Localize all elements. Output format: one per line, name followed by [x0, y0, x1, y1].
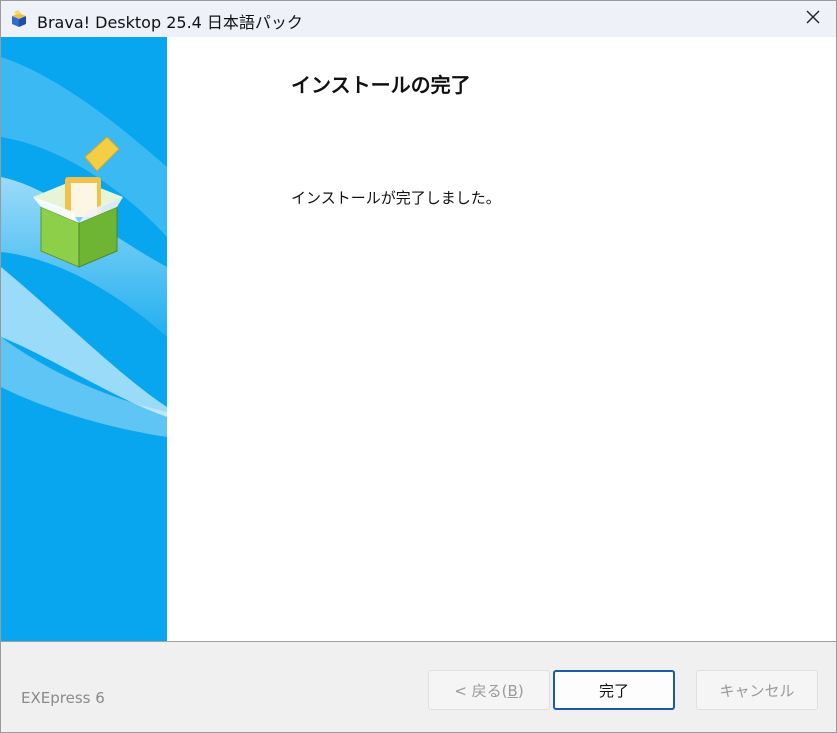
back-button[interactable]: < 戻る(B) — [428, 670, 550, 710]
sidebar-banner — [1, 37, 167, 641]
title-bar: Brava! Desktop 25.4 日本語パック — [1, 1, 836, 37]
finish-button-label: 完了 — [598, 681, 629, 700]
cancel-button[interactable]: キャンセル — [696, 670, 818, 710]
cancel-button-label: キャンセル — [719, 681, 795, 700]
window-title: Brava! Desktop 25.4 日本語パック — [37, 13, 303, 32]
installer-window: Brava! Desktop 25.4 日本語パック インストールの完了 インス… — [0, 0, 837, 733]
close-icon — [805, 9, 821, 29]
finish-button[interactable]: 完了 — [553, 670, 675, 710]
brand-label: EXEpress 6 — [21, 689, 105, 707]
close-button[interactable] — [790, 1, 836, 37]
package-box-icon — [27, 127, 137, 281]
main-content: インストールの完了 インストールが完了しました。 — [167, 37, 836, 641]
page-title: インストールの完了 — [291, 73, 471, 97]
footer-bar: EXEpress 6 < 戻る(B) 完了 キャンセル — [1, 642, 836, 732]
completion-message: インストールが完了しました。 — [291, 189, 501, 207]
installer-box-icon — [9, 9, 29, 29]
back-button-label: < 戻る(B) — [454, 681, 524, 700]
